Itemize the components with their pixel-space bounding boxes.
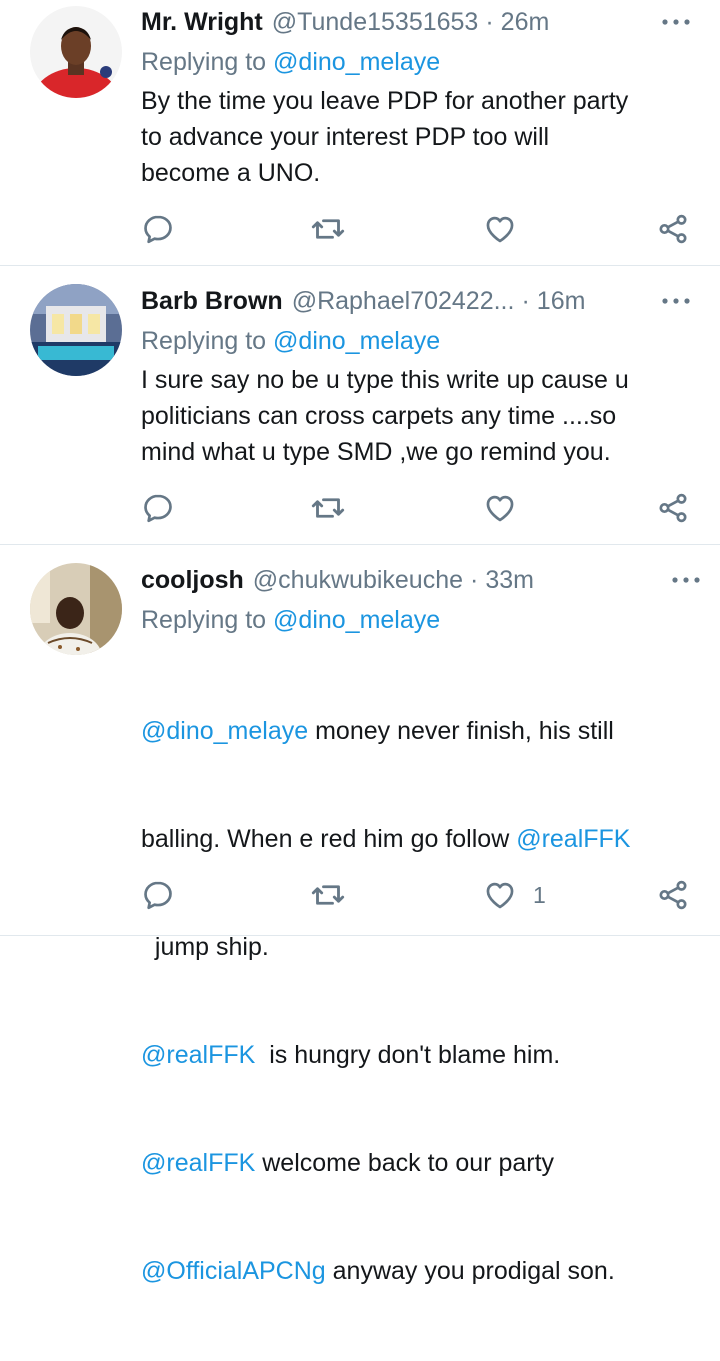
tweet-text-line: @dino_melaye money never finish, his sti… [141, 713, 701, 749]
mention-link[interactable]: @OfficialAPCNg [141, 1257, 326, 1285]
share-icon[interactable] [656, 209, 690, 249]
timestamp[interactable]: 33m [485, 566, 534, 595]
avatar[interactable] [30, 563, 122, 655]
user-handle[interactable]: @Raphael702422... [292, 287, 515, 316]
mention-link[interactable]: @dino_melaye [273, 606, 440, 634]
tweet-text: By the time you leave PDP for another pa… [141, 83, 691, 191]
reply-icon[interactable] [141, 209, 175, 249]
display-name[interactable]: Mr. Wright [141, 8, 263, 37]
mention-link[interactable]: @dino_melaye [273, 327, 440, 355]
tweet[interactable]: cooljosh @chukwubikeuche · 33m Replying … [0, 545, 720, 1285]
replying-to: Replying to @dino_melaye [141, 326, 691, 356]
mention-link[interactable]: @realFFK [516, 825, 630, 853]
retweet-icon[interactable] [310, 875, 346, 915]
more-icon[interactable] [651, 285, 691, 317]
like-button[interactable]: 1 [483, 875, 546, 915]
separator: · [521, 286, 530, 315]
tweet-header: Mr. Wright @Tunde15351653 · 26m [141, 6, 691, 38]
text-run: money never finish, his still [308, 717, 614, 745]
like-icon [483, 878, 517, 912]
tweet-text-line: @realFFK is hungry don't blame him. [141, 1037, 701, 1073]
display-name[interactable]: cooljosh [141, 566, 244, 595]
mention-link[interactable]: @realFFK [141, 1149, 255, 1177]
like-icon [483, 212, 517, 246]
divider [0, 935, 720, 936]
tweet[interactable]: Mr. Wright @Tunde15351653 · 26m Replying… [0, 0, 720, 265]
tweet-text-line: mind what u type SMD ,we go remind you. [141, 438, 611, 466]
like-icon [483, 491, 517, 525]
tweet-text-line: By the time you leave PDP for another pa… [141, 87, 629, 115]
tweet-text-line: to advance your interest PDP too will [141, 123, 550, 151]
tweet-header: Barb Brown @Raphael702422... · 16m [141, 285, 691, 317]
tweet-header: cooljosh @chukwubikeuche · 33m [141, 564, 691, 596]
text-run: is hungry don't blame him. [255, 1041, 561, 1069]
reply-icon[interactable] [141, 488, 175, 528]
mention-link[interactable]: @realFFK [141, 1041, 255, 1069]
like-button[interactable] [483, 209, 533, 249]
timestamp[interactable]: 26m [501, 8, 550, 37]
tweet-actions [141, 209, 701, 249]
text-run: welcome back to our party [255, 1149, 555, 1177]
avatar[interactable] [30, 284, 122, 376]
share-icon[interactable] [656, 875, 690, 915]
share-icon[interactable] [656, 488, 690, 528]
tweet-text: I sure say no be u type this write up ca… [141, 362, 691, 470]
tweet-text-line: become a UNO. [141, 159, 321, 187]
tweet-text-line: @realFFK welcome back to our party [141, 1145, 701, 1181]
more-icon[interactable] [661, 564, 701, 596]
tweet-actions [141, 488, 701, 528]
tweet-text-line: balling. When e red him go follow @realF… [141, 821, 701, 857]
retweet-icon[interactable] [310, 488, 346, 528]
replying-to: Replying to @dino_melaye [141, 47, 691, 77]
text-run: anyway you prodigal son. [325, 1257, 615, 1285]
like-button[interactable] [483, 488, 533, 528]
like-count: 1 [533, 881, 546, 908]
replying-to: Replying to @dino_melaye [141, 605, 701, 635]
tweet-text-line: politicians can cross carpets any time .… [141, 402, 617, 430]
tweet-text-line: @OfficialAPCNg anyway you prodigal son. [141, 1253, 701, 1289]
text-run: jump ship. [141, 933, 269, 961]
reply-icon[interactable] [141, 875, 175, 915]
timestamp[interactable]: 16m [537, 287, 586, 316]
text-run: balling. When e red him go follow [141, 825, 517, 853]
user-handle[interactable]: @chukwubikeuche [253, 566, 463, 595]
display-name[interactable]: Barb Brown [141, 287, 283, 316]
avatar[interactable] [30, 6, 122, 98]
separator: · [485, 7, 494, 36]
retweet-icon[interactable] [310, 209, 346, 249]
separator: · [470, 565, 479, 594]
mention-link[interactable]: @dino_melaye [273, 48, 440, 76]
tweet[interactable]: Barb Brown @Raphael702422... · 16m Reply… [0, 266, 720, 544]
user-handle[interactable]: @Tunde15351653 [272, 8, 479, 37]
tweet-actions: 1 [141, 875, 701, 915]
replying-to-label: Replying to [141, 48, 267, 76]
tweet-text-line: I sure say no be u type this write up ca… [141, 366, 629, 394]
mention-link[interactable]: @dino_melaye [141, 717, 308, 745]
more-icon[interactable] [651, 6, 691, 38]
replying-to-label: Replying to [141, 327, 267, 355]
replying-to-label: Replying to [141, 606, 267, 634]
tweet-text: @dino_melaye money never finish, his sti… [141, 641, 701, 1361]
